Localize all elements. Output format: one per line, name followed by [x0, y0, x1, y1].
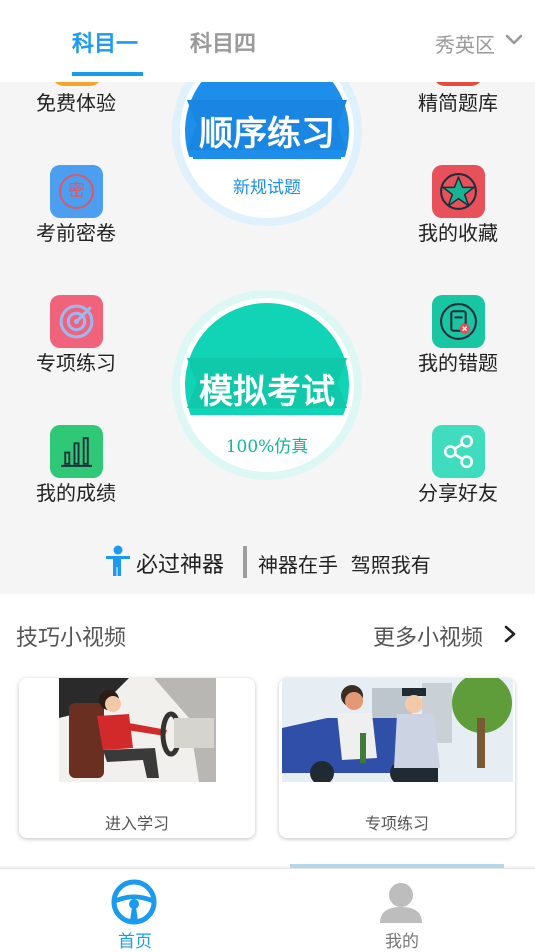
scores-label[interactable]: 我的成绩 [36, 477, 116, 506]
free-trial-label[interactable]: 免费体验 [36, 87, 116, 116]
video-card-2-caption: 专项练习 [364, 814, 429, 833]
mock-exam-subtitle: 100%仿真 [225, 437, 309, 457]
pre-exam-icon[interactable]: 密 [50, 165, 103, 218]
wrong-doc-icon [440, 303, 477, 340]
user-avatar-icon [380, 883, 422, 923]
bottom-nav: 首页 我的 [0, 868, 535, 952]
steering-wheel-icon [111, 879, 157, 925]
slogan-sub: 神器在手 驾照我有 [258, 553, 431, 577]
star-icon [440, 173, 477, 210]
chevron-down-icon[interactable] [504, 30, 524, 50]
nav-home[interactable]: 首页 [100, 877, 170, 952]
sequential-title: 顺序练习 [199, 114, 335, 154]
nav-mine[interactable]: 我的 [367, 877, 437, 952]
nav-home-label: 首页 [118, 932, 152, 952]
secret-stamp-icon: 密 [59, 174, 94, 209]
special-practice-label[interactable]: 专项练习 [36, 347, 116, 376]
bar-chart-icon [61, 437, 92, 467]
video-card-1-caption: 进入学习 [104, 814, 169, 833]
video-section-title: 技巧小视频 [16, 626, 127, 651]
special-practice-icon[interactable] [50, 295, 103, 348]
active-tab-indicator [72, 72, 143, 76]
mistakes-label[interactable]: 我的错题 [418, 347, 498, 376]
nav-mine-label: 我的 [385, 932, 419, 952]
more-videos-link[interactable]: 更多小视频 [373, 620, 483, 652]
selected-bank-label[interactable]: 精简题库 [418, 87, 498, 116]
favorites-label[interactable]: 我的收藏 [418, 217, 498, 246]
video-card-2[interactable]: 专项练习 [279, 678, 515, 838]
slogan-divider [243, 546, 247, 578]
driver-seat-illustration [59, 678, 216, 782]
mistakes-icon[interactable] [432, 295, 485, 348]
scores-icon[interactable] [50, 425, 103, 478]
video-card-1[interactable]: 进入学习 [19, 678, 255, 838]
tab-subject-four[interactable]: 科目四 [190, 26, 256, 58]
mock-exam-title: 模拟考试 [199, 372, 335, 412]
traffic-police-illustration [282, 678, 513, 782]
slogan-main: 必过神器 [136, 553, 225, 578]
target-icon [59, 304, 94, 339]
chevron-right-icon[interactable] [503, 624, 517, 644]
top-bar: 科目一 科目四 秀英区 [0, 0, 535, 82]
sequential-subtitle: 新规试题 [233, 178, 301, 198]
region-selector[interactable]: 秀英区 [435, 29, 495, 58]
favorites-icon[interactable] [432, 165, 485, 218]
mock-exam-button[interactable]: 模拟考试 100%仿真 [172, 290, 362, 480]
share-icon [443, 434, 474, 469]
share-friends-icon[interactable] [432, 425, 485, 478]
person-icon [106, 545, 130, 576]
tab-subject-one[interactable]: 科目一 [72, 26, 138, 58]
pre-exam-label[interactable]: 考前密卷 [36, 217, 116, 246]
share-friends-label[interactable]: 分享好友 [418, 477, 498, 506]
